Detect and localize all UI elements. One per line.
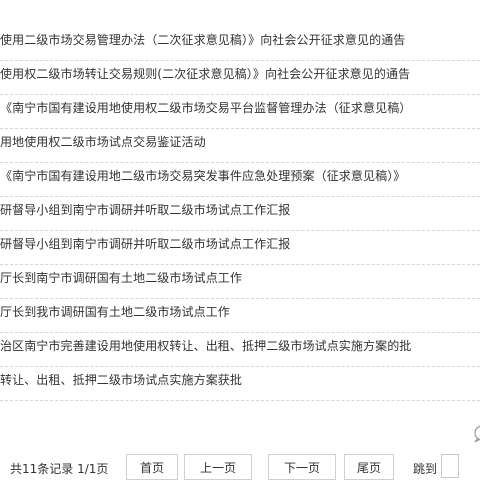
- article-link[interactable]: 使用二级市场交易管理办法（二次征求意见稿）》向社会公开征求意见的通告: [0, 32, 405, 48]
- list-item: 使用权二级市场转让交易规则(二次征求意见稿）》向社会公开征求意见的通告: [0, 61, 480, 95]
- article-link[interactable]: 《南宁市国有建设用地二级市场交易突发事件应急处理预案（征求意见稿）》: [0, 168, 405, 184]
- pagination: 共11条记录 1/1页 首页 上一页 下一页 尾页 跳到: [0, 454, 480, 480]
- list-item: 研督导小组到南宁市调研并听取二级市场试点工作汇报: [0, 231, 480, 265]
- article-link[interactable]: 厅长到我市调研国有土地二级市场试点工作: [0, 304, 230, 320]
- list-item: 厅长到我市调研国有土地二级市场试点工作: [0, 299, 480, 333]
- article-link[interactable]: 《南宁市国有建设用地使用权二级市场交易平台监督管理办法（征求意见稿）: [0, 100, 411, 116]
- list-item: 研督导小组到南宁市调研并听取二级市场试点工作汇报: [0, 197, 480, 231]
- list-item: 转让、出租、抵押二级市场试点实施方案获批: [0, 367, 480, 401]
- list-item: 治区南宁市完善建设用地使用权转让、出租、抵押二级市场试点实施方案的批: [0, 333, 480, 367]
- last-page-button[interactable]: 尾页: [344, 454, 394, 480]
- next-page-button[interactable]: 下一页: [268, 454, 336, 480]
- article-link[interactable]: 转让、出租、抵押二级市场试点实施方案获批: [0, 372, 242, 388]
- chat-bubble-icon[interactable]: [470, 423, 480, 443]
- list-item: 使用二级市场交易管理办法（二次征求意见稿）》向社会公开征求意见的通告: [0, 27, 480, 61]
- article-link[interactable]: 使用权二级市场转让交易规则(二次征求意见稿）》向社会公开征求意见的通告: [0, 66, 410, 82]
- jump-page-input[interactable]: [441, 454, 459, 478]
- first-page-button[interactable]: 首页: [126, 454, 178, 480]
- article-link[interactable]: 用地使用权二级市场试点交易鉴证活动: [0, 134, 206, 150]
- article-link[interactable]: 研督导小组到南宁市调研并听取二级市场试点工作汇报: [0, 236, 290, 252]
- prev-page-button[interactable]: 上一页: [184, 454, 252, 480]
- article-link[interactable]: 研督导小组到南宁市调研并听取二级市场试点工作汇报: [0, 202, 290, 218]
- notice-list-page: 使用二级市场交易管理办法（二次征求意见稿）》向社会公开征求意见的通告 使用权二级…: [0, 0, 480, 480]
- article-list: 使用二级市场交易管理办法（二次征求意见稿）》向社会公开征求意见的通告 使用权二级…: [0, 27, 480, 401]
- article-link[interactable]: 厅长到南宁市调研国有土地二级市场试点工作: [0, 270, 242, 286]
- list-item: 《南宁市国有建设用地二级市场交易突发事件应急处理预案（征求意见稿）》: [0, 163, 480, 197]
- list-item: 厅长到南宁市调研国有土地二级市场试点工作: [0, 265, 480, 299]
- record-summary: 共11条记录 1/1页: [10, 462, 109, 476]
- list-item: 用地使用权二级市场试点交易鉴证活动: [0, 129, 480, 163]
- list-item: 《南宁市国有建设用地使用权二级市场交易平台监督管理办法（征求意见稿）: [0, 95, 480, 129]
- article-link[interactable]: 治区南宁市完善建设用地使用权转让、出租、抵押二级市场试点实施方案的批: [0, 338, 411, 354]
- jump-label: 跳到: [413, 462, 438, 476]
